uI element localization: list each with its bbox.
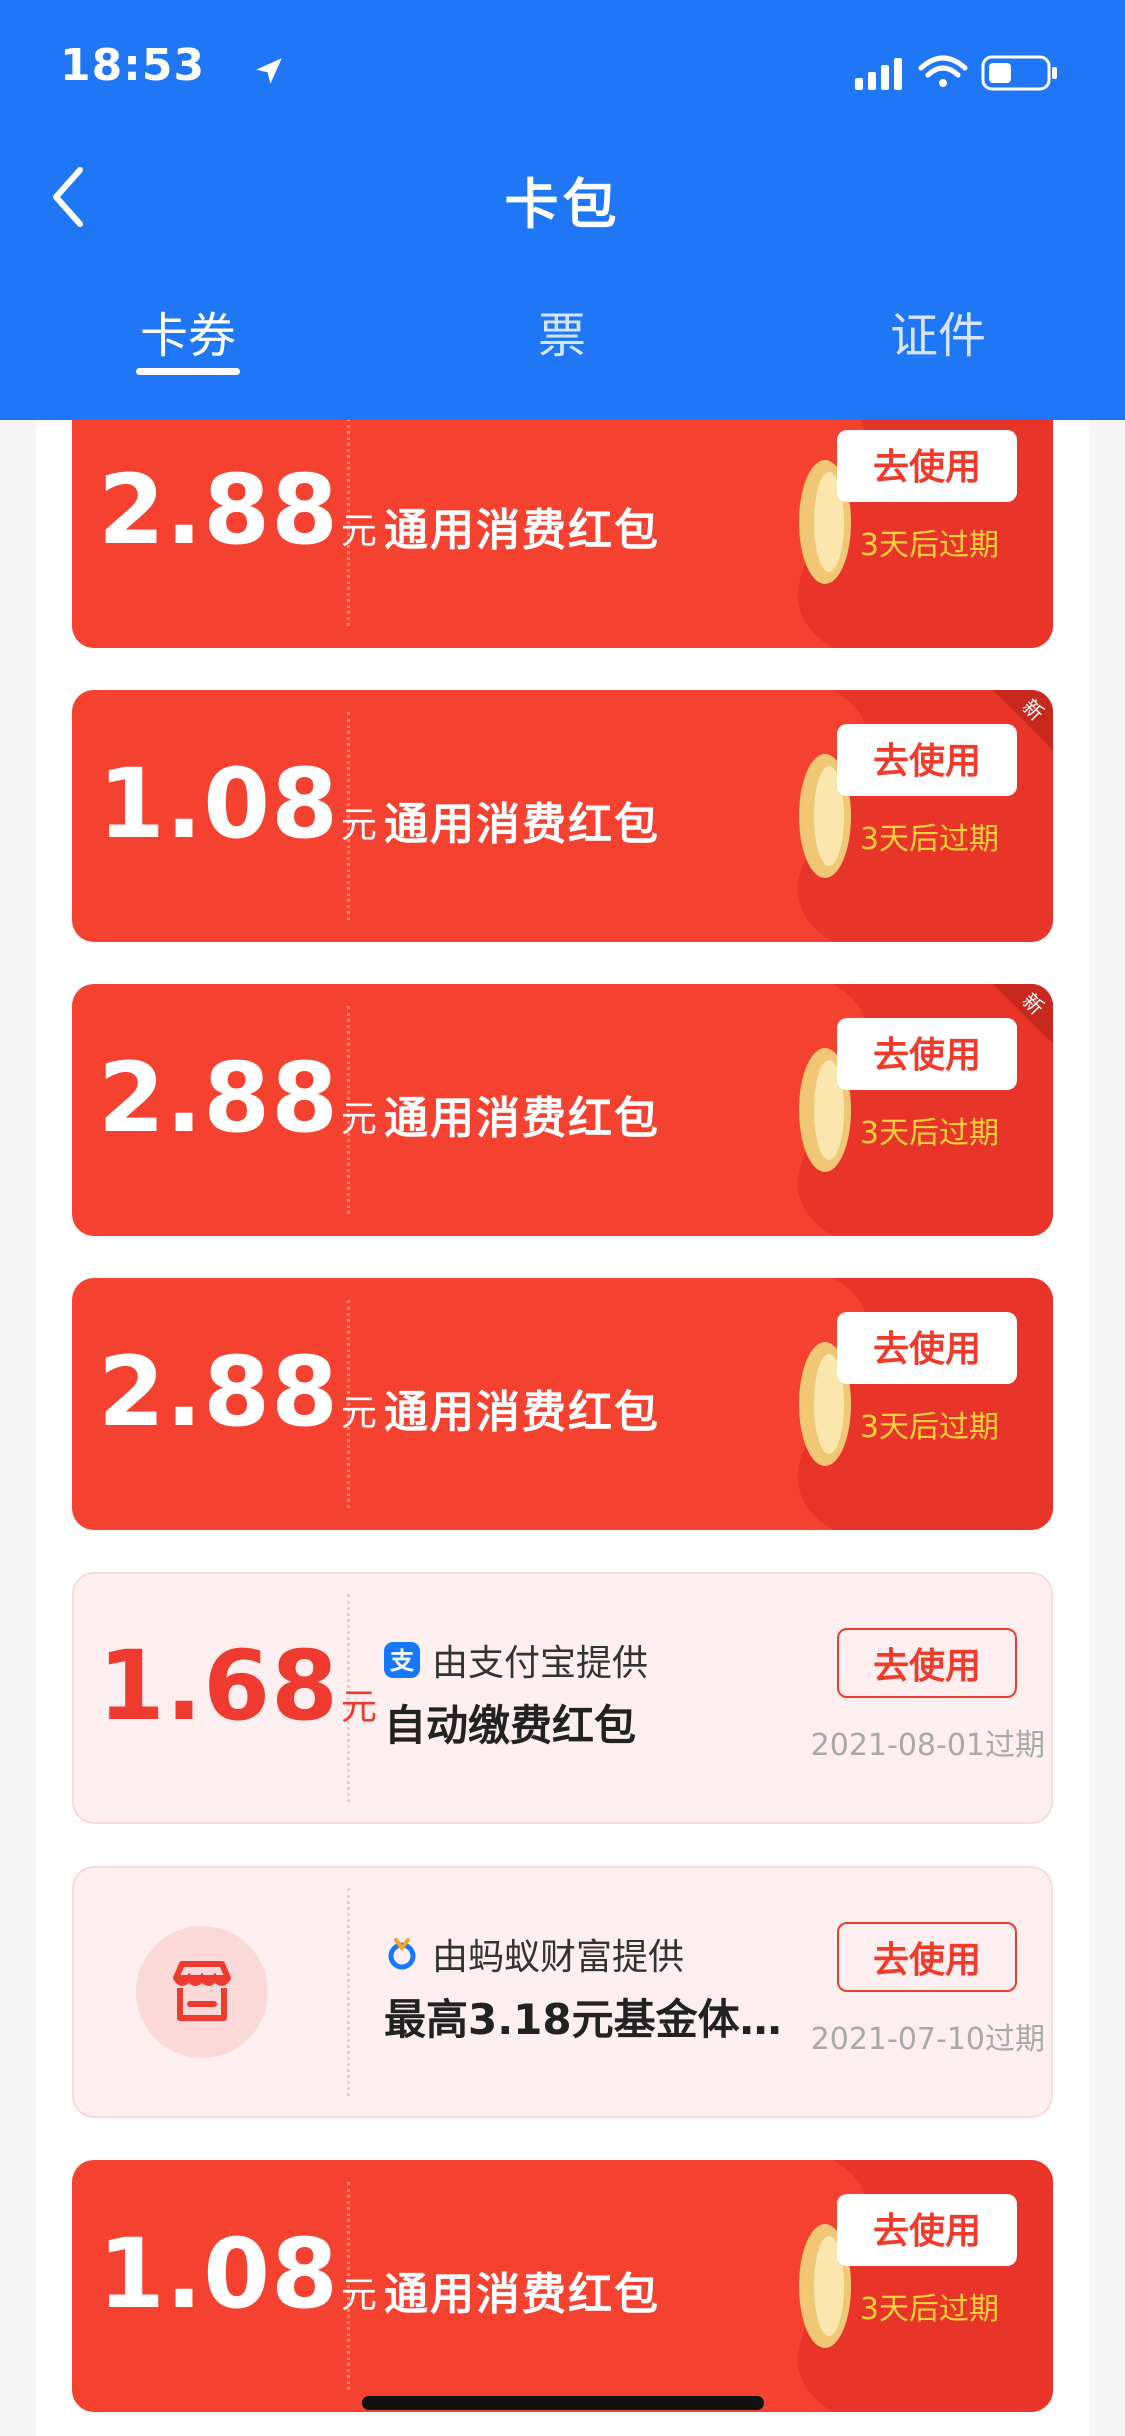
use-button[interactable]: 去使用 xyxy=(837,724,1017,796)
expire-text: 2021-07-10过期 xyxy=(810,2022,1045,2057)
provider-text: 由支付宝提供 xyxy=(432,1643,649,1684)
expire-text: 3天后过期 xyxy=(859,2292,999,2327)
tab-documents[interactable]: 证件 xyxy=(838,296,1038,366)
amount: 1.68元 xyxy=(98,1630,377,1742)
active-tab-indicator xyxy=(136,368,240,375)
amount: 2.88元 xyxy=(98,1336,377,1448)
provider-line: 支 由支付宝提供 xyxy=(384,1634,648,1686)
expire-text: 3天后过期 xyxy=(859,1410,999,1445)
tab-cards[interactable]: 卡券 xyxy=(88,296,288,366)
red-packet-card[interactable]: 2.88元 通用消费红包 去使用 3天后过期 xyxy=(72,396,1053,648)
amount: 2.88元 xyxy=(98,454,377,566)
use-button[interactable]: 去使用 xyxy=(837,1312,1017,1384)
red-packet-card[interactable]: 1.08元 通用消费红包 去使用 3天后过期 xyxy=(72,2160,1053,2412)
red-packet-card[interactable]: 1.08元 通用消费红包 新 去使用 3天后过期 xyxy=(72,690,1053,942)
card-name: 通用消费红包 xyxy=(384,1387,660,1438)
ant-fortune-icon xyxy=(388,1938,416,1970)
battery-icon xyxy=(981,55,1057,91)
card-name: 最高3.18元基金体… xyxy=(384,1995,782,2044)
provider-line: 由蚂蚁财富提供 xyxy=(384,1928,684,1980)
card-name: 自动缴费红包 xyxy=(384,1701,637,1750)
use-button[interactable]: 去使用 xyxy=(837,1922,1017,1992)
use-button[interactable]: 去使用 xyxy=(837,1628,1017,1698)
red-packet-card[interactable]: 2.88元 通用消费红包 新 去使用 3天后过期 xyxy=(72,984,1053,1236)
card-name: 通用消费红包 xyxy=(384,2269,660,2320)
wifi-icon xyxy=(918,55,968,87)
card-name: 通用消费红包 xyxy=(384,799,660,850)
svg-text:支: 支 xyxy=(390,1647,415,1675)
use-button[interactable]: 去使用 xyxy=(837,430,1017,502)
status-time: 18:53 xyxy=(60,40,206,91)
top-header: 18:53 卡包 卡券 票 证件 xyxy=(0,0,1125,420)
location-arrow-icon xyxy=(256,58,282,84)
red-packet-card[interactable]: 2.88元 通用消费红包 去使用 3天后过期 xyxy=(72,1278,1053,1530)
expire-text: 3天后过期 xyxy=(859,822,999,857)
card-name: 通用消费红包 xyxy=(384,1093,660,1144)
fund-trial-card[interactable]: 由蚂蚁财富提供 最高3.18元基金体… 去使用 2021-07-10过期 xyxy=(72,1866,1053,2118)
alipay-icon: 支 xyxy=(384,1642,420,1678)
store-icon-circle xyxy=(136,1926,268,2058)
amount: 1.08元 xyxy=(98,2218,377,2330)
expire-text: 3天后过期 xyxy=(859,1116,999,1151)
expire-text: 2021-08-01过期 xyxy=(810,1728,1045,1763)
perforation-divider xyxy=(347,1888,350,2096)
amount: 1.08元 xyxy=(98,748,377,860)
home-indicator[interactable] xyxy=(362,2396,764,2410)
tab-tickets[interactable]: 票 xyxy=(462,296,662,366)
card-name: 通用消费红包 xyxy=(384,505,660,556)
signal-icon xyxy=(855,58,902,90)
auto-pay-packet-card[interactable]: 1.68元 支 由支付宝提供 自动缴费红包 去使用 2021-08-01过期 xyxy=(72,1572,1053,1824)
amount: 2.88元 xyxy=(98,1042,377,1154)
use-button[interactable]: 去使用 xyxy=(837,2194,1017,2266)
status-bar: 18:53 xyxy=(60,40,1085,100)
provider-text: 由蚂蚁财富提供 xyxy=(432,1937,685,1978)
use-button[interactable]: 去使用 xyxy=(837,1018,1017,1090)
page-title: 卡包 xyxy=(504,173,621,236)
expire-text: 3天后过期 xyxy=(859,528,999,563)
store-icon xyxy=(173,1961,231,2021)
status-icons xyxy=(855,55,1057,91)
